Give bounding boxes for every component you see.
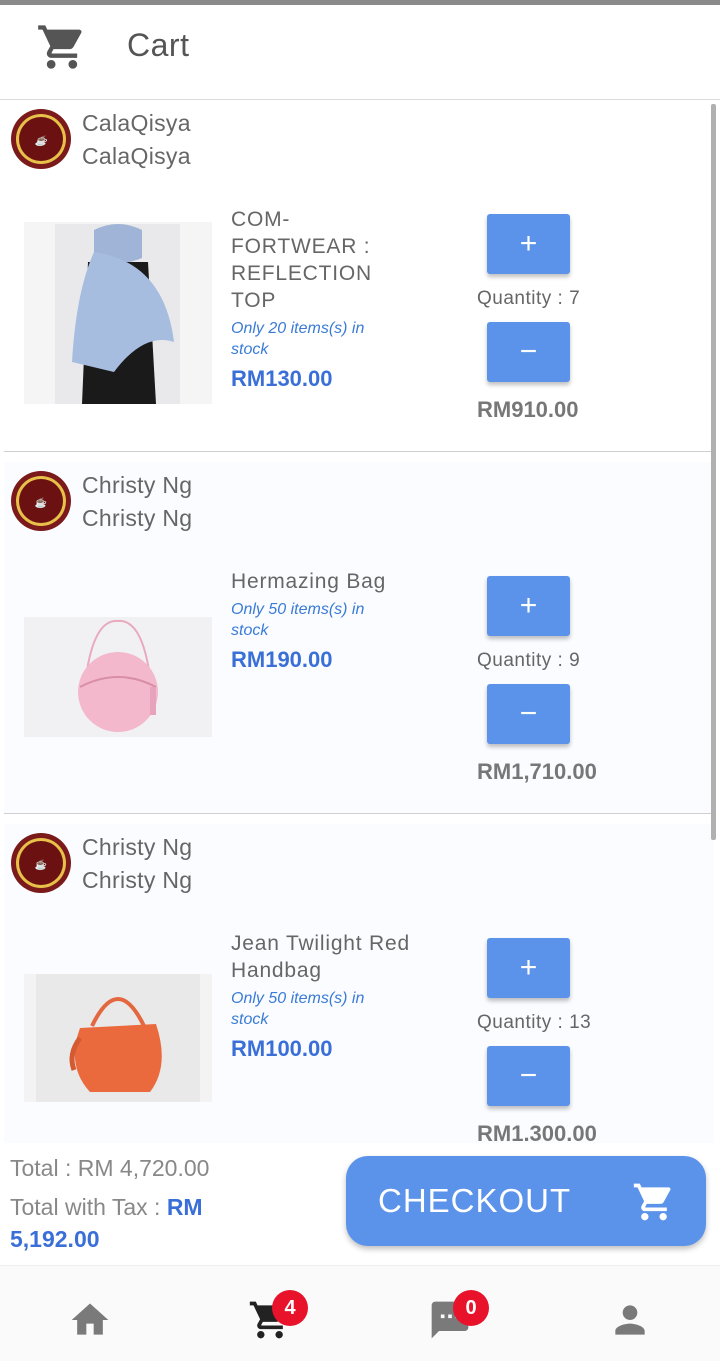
bottom-navigation: 4 0	[0, 1265, 720, 1361]
stock-note: Only 50 items(s) in stock	[231, 990, 365, 1028]
seller-name: Christy Ng	[82, 472, 193, 498]
home-icon[interactable]	[68, 1298, 112, 1342]
seller-name: CalaQisya	[82, 110, 191, 136]
product-name[interactable]: Jean Twilight Red Handbag	[231, 930, 411, 984]
cart-summary: Total : RM 4,720.00 Total with Tax : RM …	[0, 1143, 720, 1265]
increase-quantity-button[interactable]: +	[487, 214, 570, 274]
total-with-tax: Total with Tax : RM 5,192.00	[10, 1191, 250, 1255]
cart-list[interactable]: ☕ CalaQisya CalaQisya COM-FORTWEAR : REF…	[0, 100, 720, 1143]
item-subtotal: RM1.300.00	[477, 1121, 597, 1143]
chat-count-badge: 0	[453, 1290, 489, 1326]
quantity-label: Quantity : 13	[477, 1012, 592, 1033]
total-amount: Total : RM 4,720.00	[10, 1155, 210, 1181]
product-image[interactable]	[24, 222, 212, 404]
unit-price: RM130.00	[231, 366, 333, 391]
decrease-quantity-button[interactable]: −	[487, 1046, 570, 1106]
product-name[interactable]: COM-FORTWEAR : REFLECTION TOP	[231, 206, 406, 314]
app-header: Cart	[0, 5, 720, 100]
increase-quantity-button[interactable]: +	[487, 938, 570, 998]
decrease-quantity-button[interactable]: −	[487, 684, 570, 744]
stock-note: Only 20 items(s) in stock	[231, 320, 365, 358]
item-subtotal: RM910.00	[477, 397, 579, 422]
cart-icon	[38, 25, 82, 69]
cart-count-badge: 4	[272, 1290, 308, 1326]
profile-icon[interactable]	[608, 1298, 652, 1342]
scrollbar[interactable]	[711, 104, 716, 840]
unit-price: RM190.00	[231, 647, 333, 672]
cart-icon	[633, 1183, 671, 1221]
svg-text:☕: ☕	[35, 858, 47, 871]
seller-logo: ☕	[11, 833, 71, 893]
checkout-label: CHECKOUT	[378, 1182, 572, 1219]
seller-subname: CalaQisya	[82, 143, 191, 169]
quantity-label: Quantity : 7	[477, 288, 581, 309]
cart-item: ☕ CalaQisya CalaQisya COM-FORTWEAR : REF…	[4, 100, 714, 452]
stock-note: Only 50 items(s) in stock	[231, 601, 365, 639]
product-image[interactable]	[24, 974, 212, 1102]
cart-item: ☕ Christy Ng Christy Ng Hermazing Bag On…	[4, 462, 714, 814]
total-with-tax-label: Total with Tax :	[10, 1194, 167, 1220]
decrease-quantity-button[interactable]: −	[487, 322, 570, 382]
page-title: Cart	[127, 27, 190, 63]
product-image[interactable]	[24, 617, 212, 737]
product-name[interactable]: Hermazing Bag	[231, 568, 431, 595]
seller-subname: Christy Ng	[82, 867, 193, 893]
unit-price: RM100.00	[231, 1036, 333, 1061]
seller-logo: ☕	[11, 109, 71, 169]
checkout-button[interactable]: CHECKOUT	[346, 1156, 706, 1246]
quantity-label: Quantity : 9	[477, 650, 581, 671]
seller-subname: Christy Ng	[82, 505, 193, 531]
seller-logo: ☕	[11, 471, 71, 531]
cart-item: ☕ Christy Ng Christy Ng Jean Twilight Re…	[4, 824, 714, 1143]
item-subtotal: RM1,710.00	[477, 759, 597, 784]
increase-quantity-button[interactable]: +	[487, 576, 570, 636]
seller-name: Christy Ng	[82, 834, 193, 860]
svg-text:☕: ☕	[35, 496, 47, 509]
